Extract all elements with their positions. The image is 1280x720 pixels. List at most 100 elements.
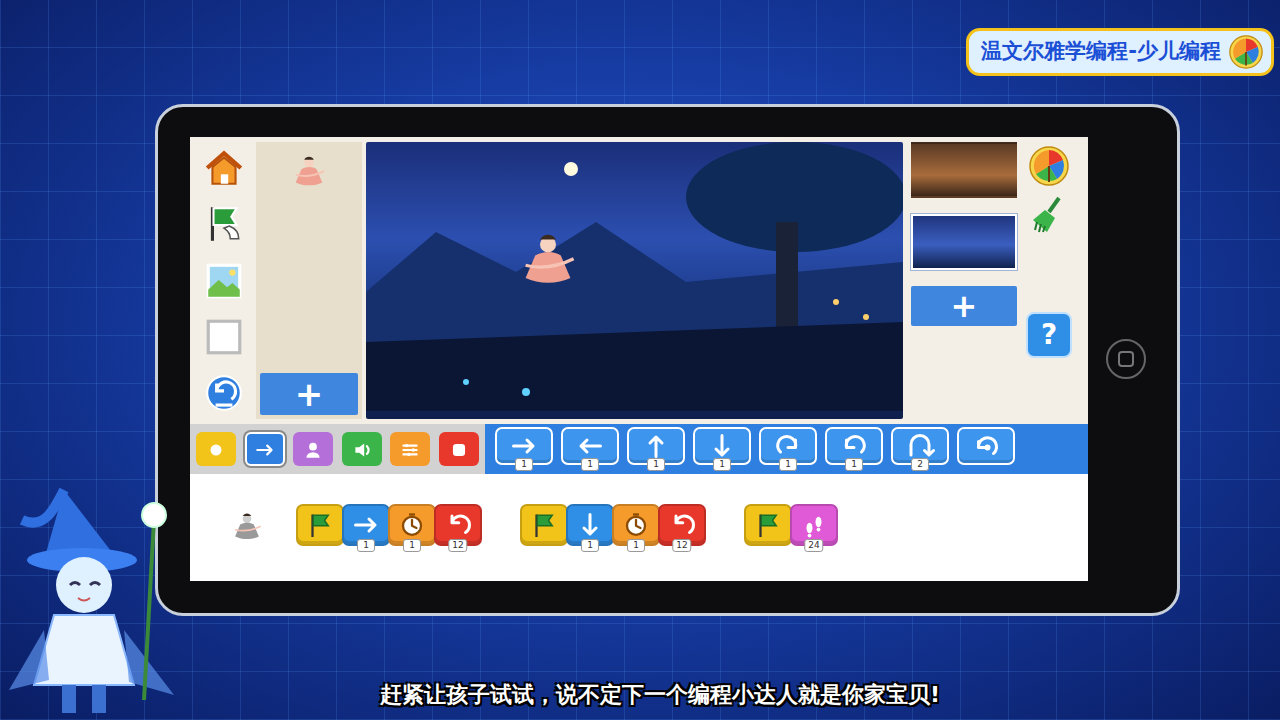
reset-icon	[203, 372, 245, 414]
top-area: + + ?	[190, 137, 1088, 424]
script-block[interactable]: 12	[658, 504, 706, 552]
move-left-icon	[575, 431, 605, 461]
move-right-icon	[351, 510, 381, 540]
flag-icon	[203, 203, 245, 245]
green-flag-button[interactable]	[200, 202, 248, 246]
category-tab[interactable]	[342, 432, 382, 466]
stage[interactable]	[366, 142, 903, 419]
palette-block[interactable]: 1	[495, 427, 553, 471]
script-block[interactable]: 1	[612, 504, 660, 552]
script-block[interactable]	[744, 504, 792, 552]
current-sprite-icon	[230, 511, 264, 545]
scene-thumbnail[interactable]	[911, 214, 1017, 270]
palette-block[interactable]: 1	[759, 427, 817, 471]
block-count[interactable]: 1	[403, 539, 421, 552]
add-sprite-button[interactable]: +	[260, 373, 358, 415]
block-count[interactable]: 1	[713, 458, 731, 471]
tablet-frame: + + ? 1111112 1112111224	[155, 104, 1180, 616]
category-tab[interactable]	[439, 432, 479, 466]
control-category-icon	[399, 437, 421, 461]
script[interactable]: 1 1 12	[520, 504, 704, 552]
tool-column	[196, 142, 252, 419]
scene-thumbnail[interactable]	[911, 142, 1017, 198]
category-color	[205, 437, 227, 461]
home-button[interactable]	[200, 146, 248, 190]
palette-block[interactable]: 1	[627, 427, 685, 471]
category-color	[448, 437, 470, 461]
fairy-sprite-icon	[290, 154, 328, 192]
motion-category-icon	[254, 437, 276, 461]
script-block[interactable]: 1	[566, 504, 614, 552]
palette-block[interactable]: 2	[891, 427, 949, 471]
script[interactable]: 1 1 12	[296, 504, 480, 552]
block-count[interactable]: 1	[845, 458, 863, 471]
block-count[interactable]: 1	[647, 458, 665, 471]
category-bar	[190, 424, 485, 474]
pinwheel-logo-icon	[1229, 35, 1263, 69]
scene-panel: +	[907, 142, 1017, 419]
turn-left-icon	[839, 431, 869, 461]
block-count[interactable]: 1	[779, 458, 797, 471]
script-block[interactable]: 12	[434, 504, 482, 552]
script-block[interactable]: 1	[342, 504, 390, 552]
pinwheel-logo-icon	[1029, 146, 1069, 186]
turn-right-icon	[773, 431, 803, 461]
reset-button[interactable]	[200, 371, 248, 415]
looks-category-icon	[302, 437, 324, 461]
go-home-icon	[971, 431, 1001, 461]
repeat-icon	[667, 510, 697, 540]
scripts-area: 1 1 12 1 1 12 24	[190, 474, 1088, 581]
wait-icon	[397, 510, 427, 540]
block-count[interactable]: 24	[804, 539, 823, 552]
flag-icon	[753, 510, 783, 540]
block-body	[744, 504, 792, 546]
broom-icon[interactable]	[1029, 194, 1069, 234]
block-count[interactable]: 1	[357, 539, 375, 552]
block-count[interactable]: 1	[515, 458, 533, 471]
palette-block[interactable]	[957, 427, 1015, 471]
script-block[interactable]	[296, 504, 344, 552]
banner-row: 温文尔雅学编程-少儿编程	[0, 0, 1280, 104]
block-body	[520, 504, 568, 546]
block-body	[296, 504, 344, 546]
move-down-icon	[707, 431, 737, 461]
banner-title: 温文尔雅学编程-少儿编程	[981, 36, 1221, 68]
category-tab[interactable]	[293, 432, 333, 466]
category-color	[254, 437, 276, 461]
block-count[interactable]: 1	[581, 539, 599, 552]
help-button[interactable]: ?	[1026, 312, 1072, 358]
square-icon	[203, 316, 245, 358]
background-button[interactable]	[200, 259, 248, 303]
script[interactable]: 24	[744, 504, 836, 552]
picture-icon	[203, 260, 245, 302]
right-tool-column: ?	[1021, 142, 1077, 419]
move-down-icon	[575, 510, 605, 540]
block-count[interactable]: 2	[911, 458, 929, 471]
category-color	[351, 437, 373, 461]
repeat-icon	[443, 510, 473, 540]
block-count[interactable]: 1	[581, 458, 599, 471]
category-color	[399, 437, 421, 461]
palette-block[interactable]: 1	[561, 427, 619, 471]
script-block[interactable]: 1	[388, 504, 436, 552]
block-palette: 1 1 1 1 1 1 2	[485, 424, 1088, 474]
block-count[interactable]: 1	[627, 539, 645, 552]
palette-block[interactable]: 1	[693, 427, 751, 471]
script-block[interactable]: 24	[790, 504, 838, 552]
fullscreen-button[interactable]	[200, 315, 248, 359]
category-tab[interactable]	[196, 432, 236, 466]
category-tab[interactable]	[245, 432, 285, 466]
tablet-home-button[interactable]	[1106, 339, 1146, 379]
block-count[interactable]: 12	[672, 539, 691, 552]
block-count[interactable]: 12	[448, 539, 467, 552]
home-icon	[203, 147, 245, 189]
flag-icon	[305, 510, 335, 540]
sound-category-icon	[351, 437, 373, 461]
block-bar: 1 1 1 1 1 1 2	[190, 424, 1088, 474]
category-tab[interactable]	[390, 432, 430, 466]
palette-block[interactable]: 1	[825, 427, 883, 471]
script-block[interactable]	[520, 504, 568, 552]
add-scene-button[interactable]: +	[911, 286, 1017, 326]
sprite-thumbnail[interactable]	[260, 146, 358, 192]
block-body	[957, 427, 1015, 465]
